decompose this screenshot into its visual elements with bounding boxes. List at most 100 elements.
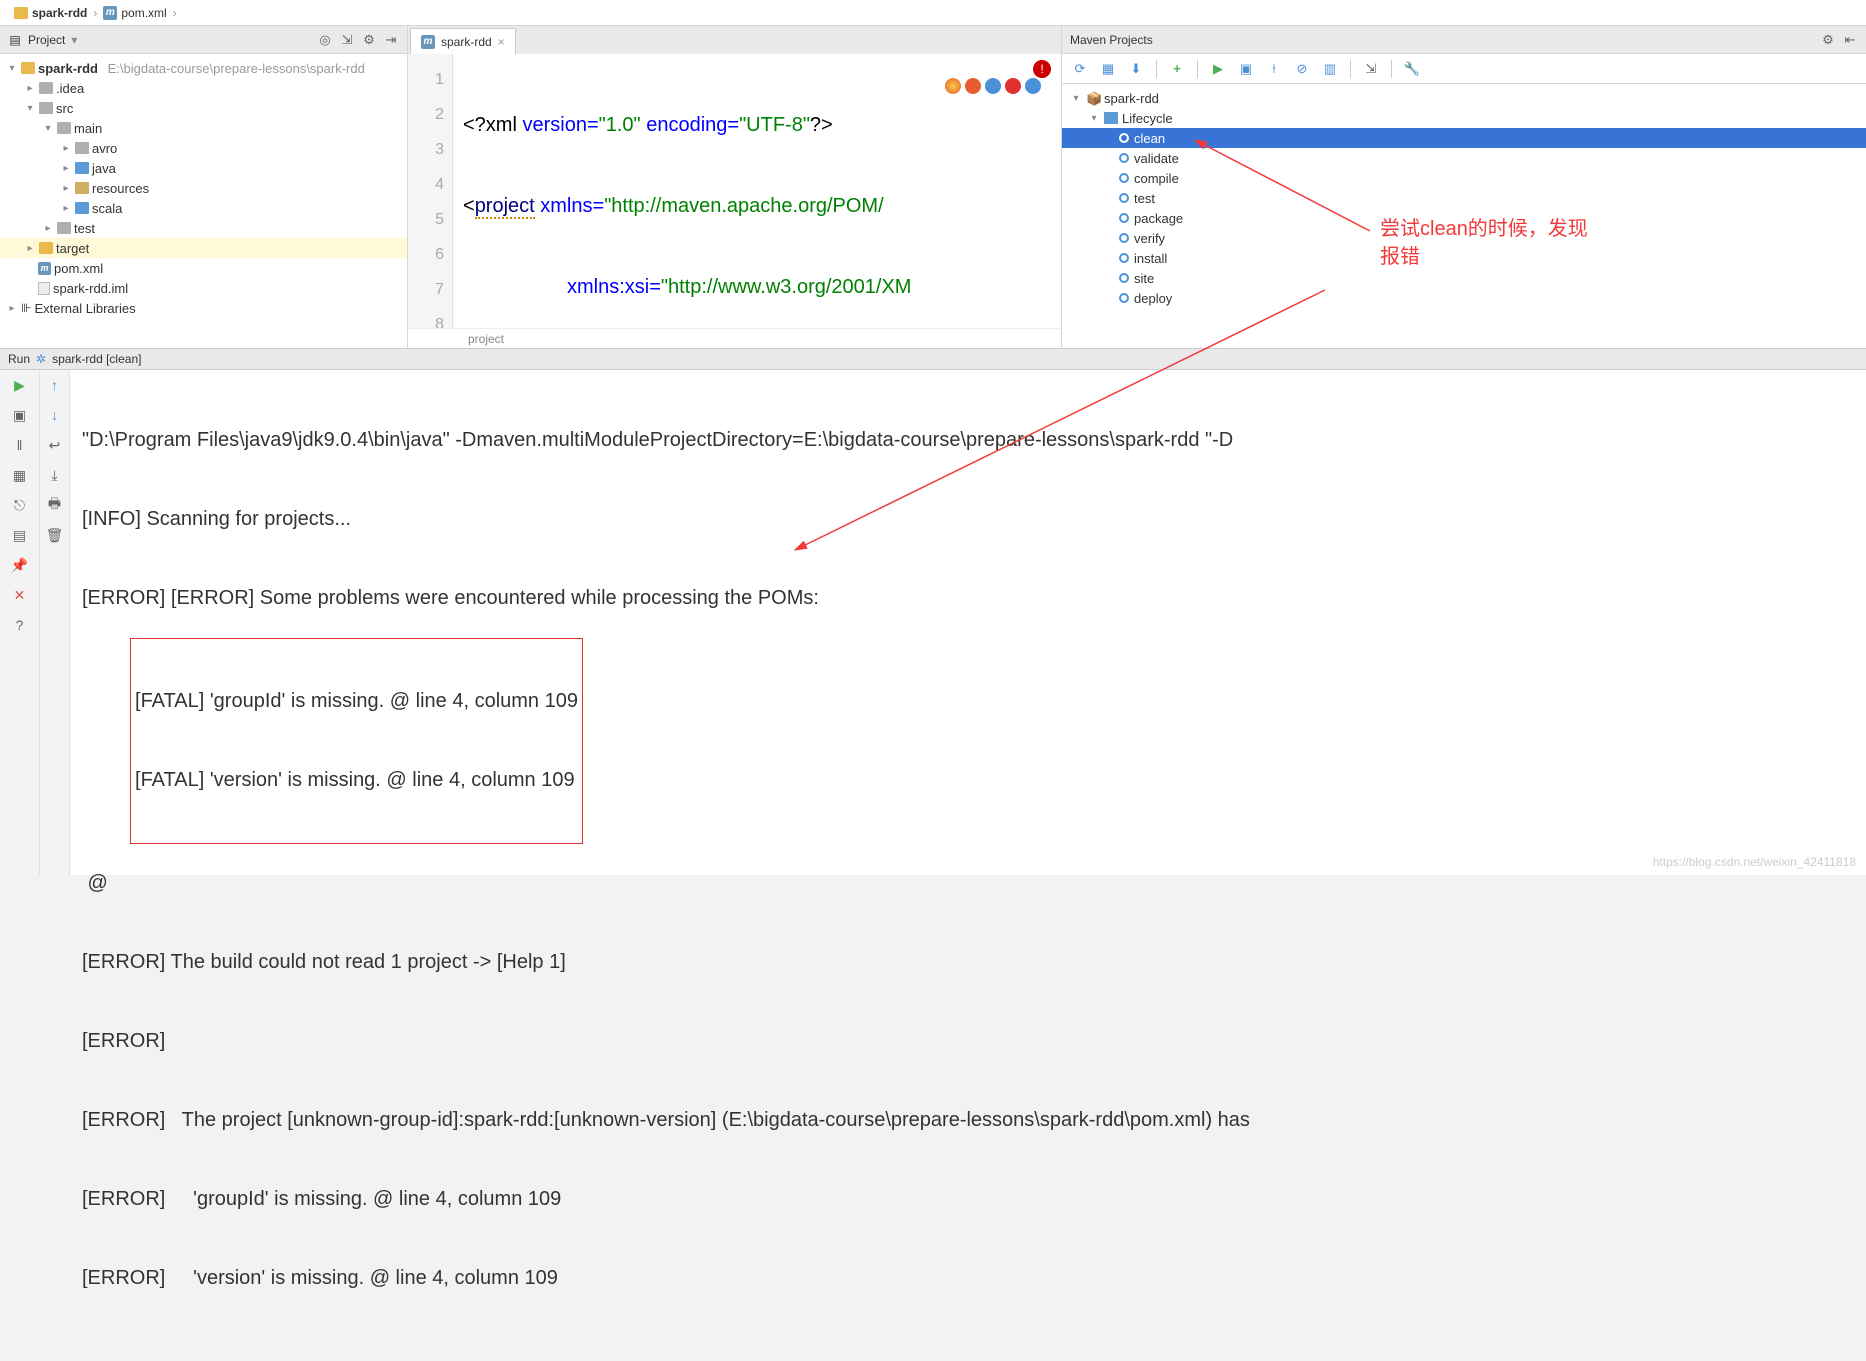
maven-module-icon: 📦 [1086, 91, 1100, 105]
expand-icon[interactable]: ▸ [24, 243, 36, 254]
exit-icon[interactable]: ⎋ [11, 496, 29, 514]
collapse-all-icon[interactable]: ⇲ [339, 32, 355, 48]
hide-icon[interactable]: ⇥ [383, 32, 399, 48]
tree-item[interactable]: ▸ resources [0, 178, 407, 198]
code-content[interactable]: <?xml version="1.0" encoding="UTF-8"?> <… [453, 54, 1061, 328]
project-panel-title: Project [28, 33, 65, 47]
add-icon[interactable]: + [1169, 61, 1185, 77]
edge-icon[interactable] [1025, 78, 1041, 94]
scroll-to-end-icon[interactable]: ⤓ [46, 466, 64, 484]
opera-icon[interactable] [1005, 78, 1021, 94]
code-editor[interactable]: 1 2 3 4 5 6 7 8 <?xml version="1.0" enco… [408, 54, 1061, 328]
collapse-icon[interactable]: ▾ [1088, 113, 1100, 124]
download-icon[interactable]: ⬇ [1128, 61, 1144, 77]
annotation-text: 尝试clean的时候，发现 报错 [1380, 215, 1588, 271]
tree-item[interactable]: ▸avro [0, 138, 407, 158]
editor-breadcrumb[interactable]: project [408, 328, 1061, 348]
settings-icon[interactable]: 🔧 [1404, 61, 1420, 77]
project-tree[interactable]: ▾spark-rdd E:\bigdata-course\prepare-les… [0, 54, 407, 348]
collapse-icon[interactable]: ▾ [1070, 93, 1082, 104]
maven-phase-clean[interactable]: clean [1062, 128, 1866, 148]
collapse-icon[interactable]: ▾ [42, 123, 54, 134]
tree-item[interactable]: mpom.xml [0, 258, 407, 278]
clear-icon[interactable]: 🗑 [46, 526, 64, 544]
gear-icon [1118, 172, 1130, 184]
dropdown-icon[interactable]: ▾ [71, 33, 77, 47]
close-icon[interactable]: ✕ [11, 586, 29, 604]
error-indicator[interactable]: ! [1033, 60, 1051, 78]
expand-icon[interactable]: ▸ [60, 163, 72, 174]
safari-icon[interactable] [985, 78, 1001, 94]
dump-icon[interactable]: ▦ [11, 466, 29, 484]
maven-module[interactable]: ▾📦spark-rdd [1062, 88, 1866, 108]
open-in-browser-icons [945, 78, 1041, 94]
file-icon [38, 282, 50, 295]
tree-item[interactable]: ▾main [0, 118, 407, 138]
locate-icon[interactable]: ◎ [317, 32, 333, 48]
collapse-icon[interactable]: ▾ [24, 103, 36, 114]
phase-label: site [1134, 271, 1154, 286]
expand-icon[interactable]: ▸ [42, 223, 54, 234]
phase-label: deploy [1134, 291, 1172, 306]
tree-item[interactable]: ▸test [0, 218, 407, 238]
maven-phase-validate[interactable]: validate [1062, 148, 1866, 168]
tree-external-libraries[interactable]: ▸⊪External Libraries [0, 298, 407, 318]
maven-phase-site[interactable]: site [1062, 268, 1866, 288]
maven-tool-window: Maven Projects ⚙ ⇤ ⟳ ▦ ⬇ + ▶ ▣ ⫮ ⊘ ▥ ⇲ 🔧… [1061, 26, 1866, 348]
tab-label: spark-rdd [441, 35, 492, 49]
maven-phase-deploy[interactable]: deploy [1062, 288, 1866, 308]
pin-icon[interactable]: 📌 [11, 556, 29, 574]
toggle-offline-icon[interactable]: ⫮ [1266, 61, 1282, 77]
tree-item-selected[interactable]: ▸target [0, 238, 407, 258]
breadcrumb-file[interactable]: m pom.xml [97, 6, 172, 20]
gear-icon [1118, 232, 1130, 244]
tree-root[interactable]: ▾spark-rdd E:\bigdata-course\prepare-les… [0, 58, 407, 78]
execute-goal-icon[interactable]: ▣ [1238, 61, 1254, 77]
show-dependencies-icon[interactable]: ▥ [1322, 61, 1338, 77]
expand-icon[interactable]: ▸ [6, 303, 18, 314]
tree-item[interactable]: ▸java [0, 158, 407, 178]
tree-label: spark-rdd [38, 61, 98, 76]
chrome-icon[interactable] [945, 78, 961, 94]
stop-disabled-icon[interactable]: ▣ [11, 406, 29, 424]
soft-wrap-icon[interactable]: ↩ [46, 436, 64, 454]
tree-label: resources [92, 181, 149, 196]
generate-sources-icon[interactable]: ▦ [1100, 61, 1116, 77]
collapse-all-icon[interactable]: ⇲ [1363, 61, 1379, 77]
console-line: [ERROR] [ERROR] Some problems were encou… [82, 582, 1854, 615]
hide-icon[interactable]: ⇤ [1842, 32, 1858, 48]
expand-icon[interactable]: ▸ [60, 143, 72, 154]
up-icon[interactable]: ↑ [46, 376, 64, 394]
maven-phase-compile[interactable]: compile [1062, 168, 1866, 188]
project-tool-window: ▤ Project ▾ ◎ ⇲ ⚙ ⇥ ▾spark-rdd E:\bigdat… [0, 26, 408, 348]
console-output[interactable]: "D:\Program Files\java9\jdk9.0.4\bin\jav… [70, 370, 1866, 875]
expand-icon[interactable]: ▸ [60, 183, 72, 194]
run-icon[interactable]: ▶ [1210, 61, 1226, 77]
editor-tab[interactable]: m spark-rdd × [410, 28, 516, 54]
breadcrumb-project[interactable]: spark-rdd [8, 6, 93, 20]
collapse-icon[interactable]: ▾ [6, 63, 18, 74]
maven-lifecycle-node[interactable]: ▾Lifecycle [1062, 108, 1866, 128]
libraries-icon: ⊪ [21, 301, 31, 315]
tree-item[interactable]: ▸scala [0, 198, 407, 218]
gear-icon[interactable]: ⚙ [361, 32, 377, 48]
help-icon[interactable]: ? [11, 616, 29, 634]
maven-phase-test[interactable]: test [1062, 188, 1866, 208]
print-icon[interactable]: 🖶 [46, 496, 64, 514]
firefox-icon[interactable] [965, 78, 981, 94]
reimport-icon[interactable]: ⟳ [1072, 61, 1088, 77]
toggle-skip-tests-icon[interactable]: ⊘ [1294, 61, 1310, 77]
close-icon[interactable]: × [498, 35, 505, 49]
down-icon[interactable]: ↓ [46, 406, 64, 424]
layout-icon[interactable]: ▤ [11, 526, 29, 544]
tree-item[interactable]: ▾src [0, 98, 407, 118]
tree-item[interactable]: ▸.idea [0, 78, 407, 98]
gear-icon [1118, 152, 1130, 164]
pause-icon[interactable]: ‖ [11, 436, 29, 454]
tree-item[interactable]: spark-rdd.iml [0, 278, 407, 298]
gear-icon[interactable]: ⚙ [1820, 32, 1836, 48]
rerun-icon[interactable]: ▶ [11, 376, 29, 394]
expand-icon[interactable]: ▸ [60, 203, 72, 214]
expand-icon[interactable]: ▸ [24, 83, 36, 94]
gear-icon [1118, 252, 1130, 264]
